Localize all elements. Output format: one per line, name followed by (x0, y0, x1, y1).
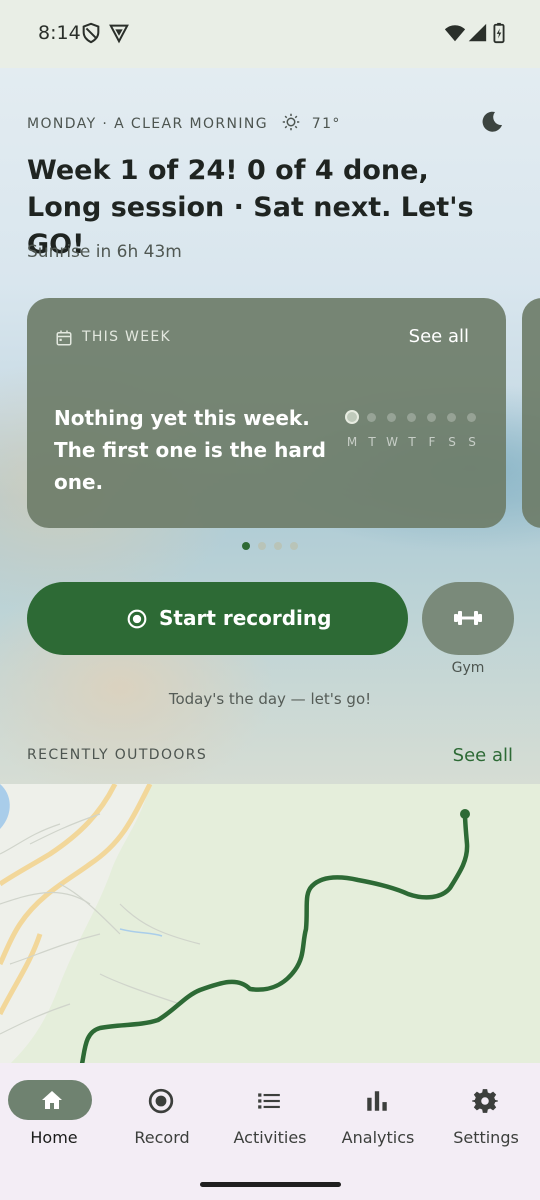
nav-label: Activities (233, 1128, 307, 1147)
calendar-icon (56, 330, 72, 346)
nav-item-analytics[interactable]: Analytics (324, 1063, 432, 1163)
day-dot (387, 413, 396, 422)
wifi-icon (444, 25, 466, 42)
home-icon (42, 1091, 62, 1109)
nav-label: Record (134, 1128, 190, 1147)
pager-dot[interactable] (290, 542, 298, 550)
record-icon (127, 609, 147, 629)
vpn-shield-icon (109, 24, 129, 44)
cell-signal-icon (468, 23, 487, 42)
nav-item-settings[interactable]: Settings (432, 1063, 540, 1163)
day-dot (407, 413, 416, 422)
nav-item-activities[interactable]: Activities (216, 1063, 324, 1163)
nav-label: Analytics (341, 1128, 415, 1147)
nav-item-home[interactable]: Home (0, 1063, 108, 1163)
gym-button[interactable] (422, 582, 514, 655)
week-day-tracker: M T W T F S S (345, 410, 485, 460)
moon-icon[interactable] (480, 110, 504, 134)
temperature: 71° (311, 116, 341, 132)
gear-icon (472, 1089, 498, 1113)
day-label: M (346, 435, 358, 449)
sunrise-text: Sunrise in 6h 43m (27, 242, 182, 262)
start-recording-button[interactable]: Start recording (27, 582, 408, 655)
map-canvas (0, 782, 540, 1067)
gym-label: Gym (451, 660, 485, 676)
date-weather-line: MONDAY · A CLEAR MORNING 71° (27, 113, 341, 132)
this-week-title: THIS WEEK (82, 329, 171, 345)
this-week-card[interactable]: THIS WEEK See all Nothing yet this week.… (27, 298, 506, 528)
pager-dot[interactable] (258, 542, 266, 550)
shield-icon (82, 22, 100, 44)
sun-icon (282, 113, 300, 131)
route-map[interactable] (0, 782, 540, 1067)
start-recording-label: Start recording (159, 606, 332, 630)
battery-icon (493, 22, 505, 44)
this-week-message: Nothing yet this week. The first one is … (54, 406, 326, 494)
day-label: T (368, 435, 376, 449)
day-label: S (468, 435, 476, 449)
date-line: MONDAY · A CLEAR MORNING (27, 116, 269, 132)
day-dot (345, 410, 359, 424)
nav-label: Home (30, 1128, 78, 1147)
bar-chart-icon (367, 1091, 387, 1111)
day-dot (467, 413, 476, 422)
list-icon (258, 1093, 280, 1109)
pager-dot[interactable] (274, 542, 282, 550)
pager-dot[interactable] (242, 542, 250, 550)
bottom-navigation: Home Record Activities Analytics Setting… (0, 1063, 540, 1200)
recently-outdoors-title: RECENTLY OUTDOORS (27, 747, 208, 763)
day-dot (367, 413, 376, 422)
status-time: 8:14 (38, 22, 81, 44)
day-label: F (428, 435, 436, 449)
dumbbell-icon (454, 611, 482, 625)
day-label: T (408, 435, 416, 449)
next-card-peek[interactable] (522, 298, 540, 528)
nav-label: Settings (453, 1128, 519, 1147)
status-bar: 8:14 (0, 0, 540, 68)
day-label: W (386, 435, 398, 449)
day-dot (447, 413, 456, 422)
gesture-home-bar[interactable] (200, 1182, 341, 1187)
day-dot (427, 413, 436, 422)
day-label: S (448, 435, 456, 449)
motivation-text: Today's the day — let's go! (168, 690, 372, 708)
route-end-marker (460, 809, 470, 819)
nav-item-record[interactable]: Record (108, 1063, 216, 1163)
recently-outdoors-see-all-link[interactable]: See all (453, 745, 513, 766)
record-icon (148, 1088, 174, 1114)
this-week-see-all-link[interactable]: See all (409, 326, 469, 347)
